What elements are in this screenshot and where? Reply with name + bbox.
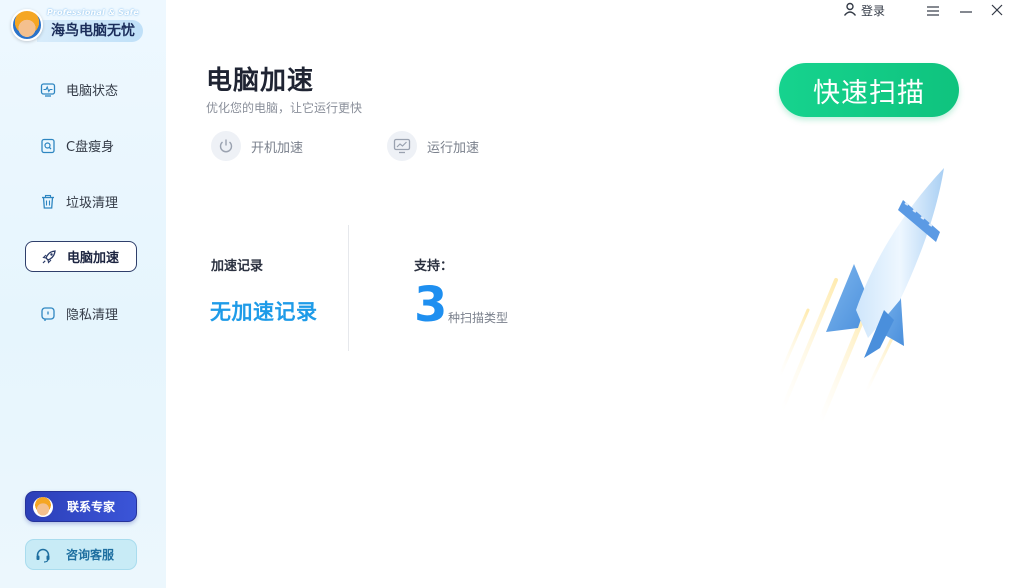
- headset-icon: [34, 546, 52, 564]
- close-button[interactable]: [988, 1, 1006, 19]
- menu-icon: [927, 1, 939, 20]
- boot-speedup-label: 开机加速: [251, 140, 304, 156]
- boot-speedup-option[interactable]: 开机加速: [211, 130, 303, 162]
- user-icon: [843, 1, 857, 20]
- customer-service-button[interactable]: 咨询客服: [25, 539, 137, 570]
- minimize-icon: [960, 1, 972, 20]
- close-icon: [991, 1, 1003, 20]
- support-count: 3: [414, 277, 448, 333]
- sidebar-item-pc-speedup[interactable]: 电脑加速: [25, 241, 137, 272]
- sidebar-item-label: 垃圾清理: [66, 196, 119, 211]
- contact-expert-label: 联系专家: [67, 500, 116, 514]
- menu-button[interactable]: [924, 1, 942, 19]
- customer-service-label: 咨询客服: [66, 548, 115, 562]
- run-speedup-option[interactable]: 运行加速: [387, 130, 479, 162]
- trash-icon: [40, 194, 56, 210]
- app-title: 海鸟电脑无忧: [37, 20, 143, 42]
- login-button[interactable]: 登录: [843, 1, 885, 19]
- login-label: 登录: [861, 3, 886, 18]
- rocket-icon: [41, 249, 57, 265]
- minimize-button[interactable]: [957, 1, 975, 19]
- sidebar-item-label: 电脑状态: [66, 84, 119, 99]
- power-icon: [211, 131, 241, 161]
- sidebar-item-label: 电脑加速: [67, 251, 120, 266]
- run-speedup-label: 运行加速: [427, 140, 480, 156]
- stats-divider: [348, 225, 349, 351]
- monitor-chart-icon: [387, 131, 417, 161]
- contact-expert-button[interactable]: 联系专家: [25, 491, 137, 522]
- rocket-illustration: [778, 168, 944, 425]
- app-logo: 海鸟电脑无忧 Professional & Safe: [11, 6, 143, 46]
- sidebar: 海鸟电脑无忧 Professional & Safe 电脑状态 C盘瘦身 垃圾清…: [0, 0, 166, 588]
- sidebar-item-label: C盘瘦身: [66, 140, 115, 155]
- sidebar-item-computer-status[interactable]: 电脑状态: [25, 74, 137, 105]
- speedup-record-label: 加速记录: [211, 259, 264, 274]
- expert-avatar-icon: [33, 496, 53, 517]
- speedup-record-value: 无加速记录: [210, 300, 318, 324]
- sidebar-item-label: 隐私清理: [66, 308, 119, 323]
- page-subtitle: 优化您的电脑，让它运行更快: [206, 101, 363, 115]
- support-label: 支持：: [414, 259, 454, 274]
- sidebar-item-junk-clean[interactable]: 垃圾清理: [25, 186, 137, 217]
- app-slogan: Professional & Safe: [47, 8, 139, 17]
- disk-search-icon: [40, 138, 56, 154]
- app-window: 海鸟电脑无忧 Professional & Safe 电脑状态 C盘瘦身 垃圾清…: [0, 0, 1011, 588]
- quick-scan-button[interactable]: 快速扫描: [779, 63, 959, 117]
- sidebar-item-privacy-clean[interactable]: 隐私清理: [25, 298, 137, 329]
- sidebar-item-c-drive-slim[interactable]: C盘瘦身: [25, 130, 137, 161]
- support-unit-label: 种扫描类型: [448, 311, 509, 325]
- page-title: 电脑加速: [206, 66, 315, 96]
- privacy-icon: [40, 306, 56, 322]
- monitor-pulse-icon: [40, 82, 56, 98]
- mascot-avatar-icon: [11, 9, 43, 41]
